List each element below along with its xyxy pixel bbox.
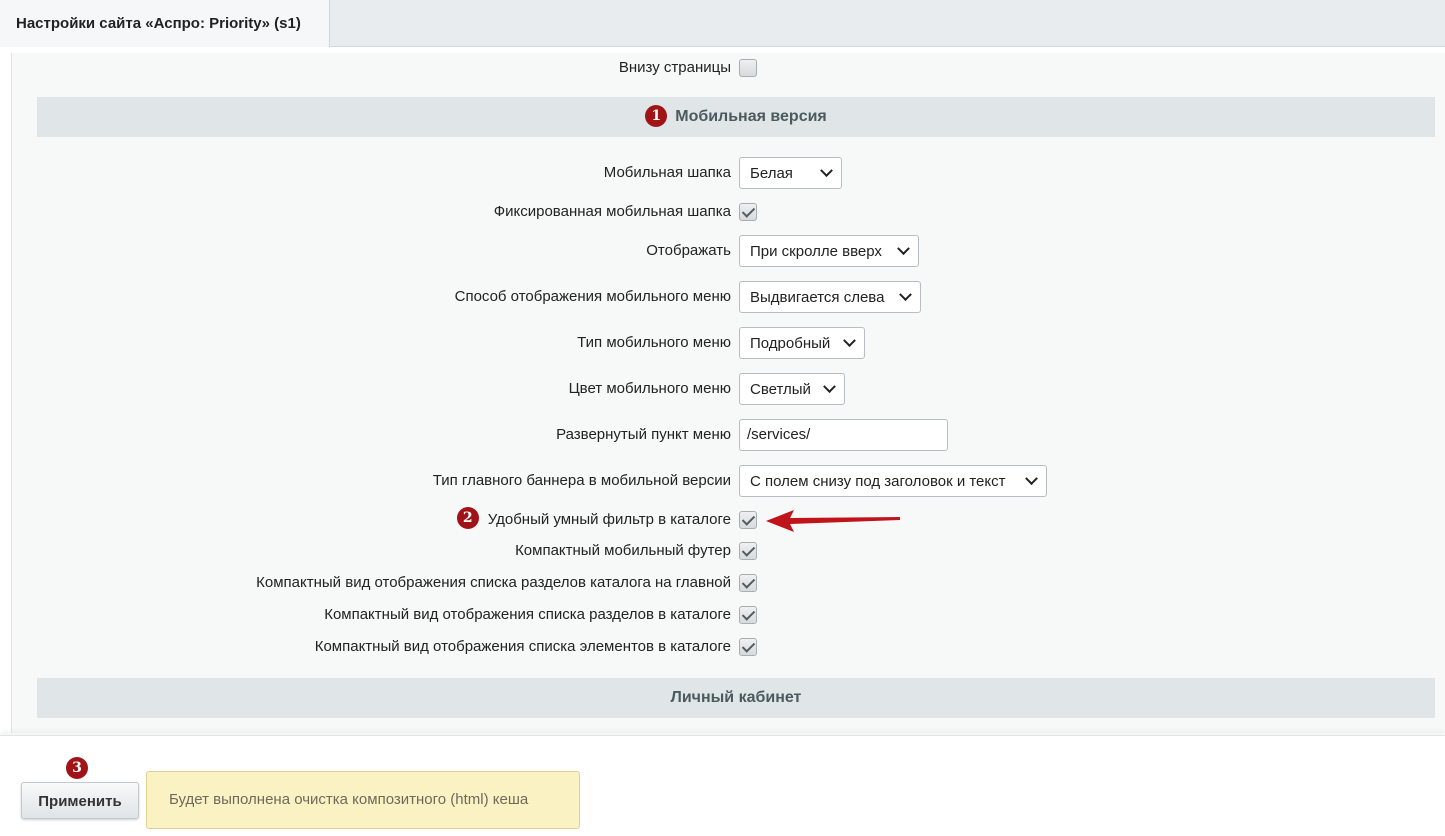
- section-mobile-header[interactable]: 1 Мобильная версия: [37, 97, 1435, 137]
- display-label: Отображать: [646, 242, 731, 259]
- row-menu-type: Тип мобильного меню Подробный: [12, 327, 1445, 359]
- display-value: При скролле вверх: [750, 242, 882, 260]
- row-main-banner-type: Тип главного баннера в мобильной версии …: [12, 465, 1445, 497]
- settings-panel: Внизу страницы 1 Мобильная версия Мобильн…: [11, 53, 1445, 733]
- row-mobile-header: Мобильная шапка Белая: [12, 157, 1445, 189]
- row-compact-elements-catalog: Компактный вид отображения списка элемен…: [12, 631, 1445, 663]
- chevron-down-icon: [899, 287, 912, 301]
- menu-color-select[interactable]: Светлый: [739, 373, 845, 405]
- compact-sections-catalog-checkbox[interactable]: [739, 606, 757, 624]
- compact-footer-checkbox[interactable]: [739, 542, 757, 560]
- mobile-header-select[interactable]: Белая: [739, 157, 842, 189]
- row-compact-sections-main: Компактный вид отображения списка раздел…: [12, 567, 1445, 599]
- menu-display-mode-select[interactable]: Выдвигается слева: [739, 281, 921, 313]
- row-display: Отображать При скролле вверх: [12, 235, 1445, 267]
- main-banner-type-label: Тип главного баннера в мобильной версии: [432, 472, 731, 489]
- mobile-header-value: Белая: [750, 164, 793, 182]
- row-menu-color: Цвет мобильного меню Светлый: [12, 373, 1445, 405]
- compact-sections-catalog-label: Компактный вид отображения списка раздел…: [324, 606, 731, 623]
- smart-filter-checkbox[interactable]: [739, 511, 757, 529]
- annotation-marker-2: 2: [456, 507, 479, 529]
- row-menu-display-mode: Способ отображения мобильного меню Выдви…: [12, 281, 1445, 313]
- chevron-down-icon: [1025, 471, 1038, 485]
- cache-notice: Будет выполнена очистка композитного (ht…: [146, 771, 580, 829]
- tab-bar: Настройки сайта «Аспро: Priority» (s1): [0, 0, 1445, 47]
- apply-button[interactable]: Применить: [21, 782, 139, 819]
- chevron-down-icon: [843, 333, 856, 347]
- row-bottom-of-page: Внизу страницы: [12, 53, 1445, 84]
- main-banner-type-select[interactable]: С полем снизу под заголовок и текст: [739, 465, 1047, 497]
- expanded-menu-item-label: Развернутый пункт меню: [556, 426, 731, 443]
- chevron-down-icon: [823, 379, 836, 393]
- section-cabinet-header[interactable]: Личный кабинет: [37, 678, 1435, 718]
- menu-type-label: Тип мобильного меню: [577, 334, 731, 351]
- chevron-down-icon: [820, 163, 833, 177]
- section-cabinet-title: Личный кабинет: [670, 689, 802, 706]
- annotation-arrow-icon: [766, 510, 900, 532]
- row-compact-sections-catalog: Компактный вид отображения списка раздел…: [12, 599, 1445, 631]
- row-compact-footer: Компактный мобильный футер: [12, 535, 1445, 567]
- row-expanded-menu-item: Развернутый пункт меню /services/: [12, 419, 1445, 451]
- compact-elements-catalog-label: Компактный вид отображения списка элемен…: [314, 638, 731, 655]
- menu-color-value: Светлый: [750, 380, 811, 398]
- menu-display-mode-value: Выдвигается слева: [750, 288, 885, 306]
- menu-type-select[interactable]: Подробный: [739, 327, 865, 359]
- section-mobile-title: Мобильная версия: [675, 108, 827, 125]
- row-fixed-mobile-header: Фиксированная мобильная шапка: [12, 196, 1445, 228]
- compact-footer-label: Компактный мобильный футер: [515, 542, 731, 559]
- fixed-mobile-header-label: Фиксированная мобильная шапка: [493, 203, 731, 220]
- compact-sections-main-checkbox[interactable]: [739, 574, 757, 592]
- menu-color-label: Цвет мобильного меню: [568, 380, 731, 397]
- fixed-mobile-header-checkbox[interactable]: [739, 203, 757, 221]
- row-smart-filter: 2 Удобный умный фильтр в каталоге: [12, 504, 1445, 536]
- annotation-marker-3: 3: [66, 757, 88, 779]
- chevron-down-icon: [897, 241, 910, 255]
- menu-type-value: Подробный: [750, 334, 831, 352]
- menu-display-mode-label: Способ отображения мобильного меню: [454, 288, 731, 305]
- main-banner-type-value: С полем снизу под заголовок и текст: [750, 472, 1006, 490]
- bottom-of-page-checkbox[interactable]: [739, 59, 757, 77]
- mobile-header-label: Мобильная шапка: [603, 164, 731, 181]
- expanded-menu-item-input[interactable]: /services/: [739, 419, 948, 451]
- smart-filter-label-text: Удобный умный фильтр в каталоге: [487, 511, 731, 528]
- annotation-marker-1: 1: [645, 105, 668, 127]
- bottom-action-bar: 3 Применить Будет выполнена очистка комп…: [0, 735, 1445, 836]
- bottom-of-page-label: Внизу страницы: [618, 59, 731, 76]
- smart-filter-label: 2 Удобный умный фильтр в каталоге: [456, 504, 731, 536]
- compact-sections-main-label: Компактный вид отображения списка раздел…: [256, 574, 731, 591]
- compact-elements-catalog-checkbox[interactable]: [739, 638, 757, 656]
- tab-site-settings[interactable]: Настройки сайта «Аспро: Priority» (s1): [0, 0, 330, 47]
- display-select[interactable]: При скролле вверх: [739, 235, 919, 267]
